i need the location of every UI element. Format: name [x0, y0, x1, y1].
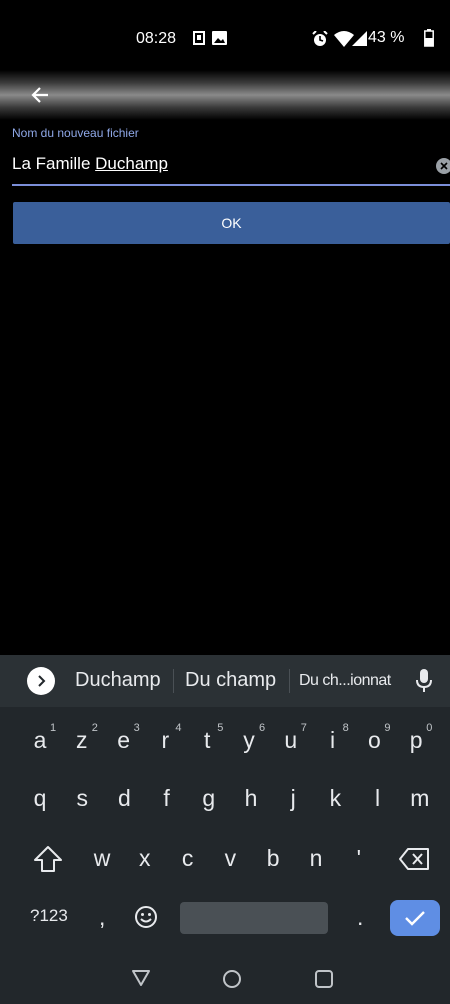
key[interactable]: u	[279, 727, 303, 754]
microphone-icon[interactable]	[412, 667, 436, 695]
suggestion-separator	[289, 669, 290, 693]
key-number-hint: 3	[133, 722, 140, 734]
key[interactable]: v	[218, 845, 242, 872]
key[interactable]: j	[281, 785, 305, 812]
key-number-hint: 7	[300, 722, 307, 734]
key[interactable]: o	[362, 727, 386, 754]
key[interactable]: f	[155, 785, 179, 812]
key[interactable]: l	[366, 785, 390, 812]
ok-button[interactable]: OK	[13, 202, 450, 244]
battery-level: 43 %	[368, 29, 405, 46]
suggestion-strip: Duchamp Du champ Du ch...ionnat	[0, 655, 450, 707]
clear-text-icon[interactable]	[436, 158, 450, 174]
file-name-label: Nom du nouveau fichier	[12, 126, 139, 140]
key[interactable]: i	[321, 727, 345, 754]
key[interactable]: c	[176, 845, 200, 872]
status-bar: 08:28 43 %	[0, 0, 450, 70]
cellular-signal-icon	[352, 31, 367, 46]
key[interactable]: x	[133, 845, 157, 872]
symbols-key[interactable]: ?123	[30, 906, 68, 926]
wifi-icon	[334, 31, 354, 47]
key[interactable]: g	[197, 785, 221, 812]
key[interactable]: y	[237, 727, 261, 754]
key[interactable]: t	[195, 727, 219, 754]
suggestion-1[interactable]: Duchamp	[75, 669, 161, 692]
key-number-hint: 0	[426, 722, 433, 734]
file-name-underline	[12, 184, 450, 186]
key[interactable]: e	[112, 727, 136, 754]
key[interactable]: s	[70, 785, 94, 812]
enter-key[interactable]	[390, 900, 440, 936]
key[interactable]: p	[404, 727, 428, 754]
space-bar[interactable]	[180, 902, 328, 934]
key[interactable]: n	[304, 845, 328, 872]
nav-back-icon[interactable]	[131, 969, 151, 987]
key[interactable]: b	[261, 845, 285, 872]
chevron-right-icon	[38, 675, 46, 687]
navigation-bar	[0, 955, 450, 1004]
nav-home-icon[interactable]	[222, 969, 242, 989]
key-number-hint: 8	[342, 722, 349, 734]
nav-recents-icon[interactable]	[314, 969, 334, 989]
period-key[interactable]: .	[357, 904, 363, 931]
app-bar	[0, 70, 450, 120]
file-name-input[interactable]: La Famille Duchamp	[12, 154, 432, 180]
file-name-composing-word: Duchamp	[95, 154, 168, 173]
key[interactable]: d	[112, 785, 136, 812]
sim-icon	[193, 31, 205, 45]
key-number-hint: 9	[384, 722, 391, 734]
key[interactable]: r	[153, 727, 177, 754]
key-number-hint: 5	[217, 722, 224, 734]
shift-key[interactable]	[33, 845, 63, 873]
key[interactable]: h	[239, 785, 263, 812]
key[interactable]: m	[408, 785, 432, 812]
file-name-text: La Famille	[12, 154, 96, 173]
key-number-hint: 4	[175, 722, 182, 734]
key[interactable]: z	[70, 727, 94, 754]
key-number-hint: 6	[259, 722, 266, 734]
expand-suggestions-button[interactable]	[27, 667, 55, 695]
status-time: 08:28	[136, 30, 177, 47]
backspace-key[interactable]	[398, 847, 430, 871]
arrow-back-icon	[31, 87, 48, 103]
key-number-hint: 1	[50, 722, 57, 734]
key[interactable]: q	[28, 785, 52, 812]
comma-key[interactable]: ,	[99, 904, 105, 931]
key[interactable]: k	[323, 785, 347, 812]
key-number-hint: 2	[91, 722, 98, 734]
suggestion-2[interactable]: Du champ	[185, 669, 276, 692]
gallery-icon	[212, 31, 227, 45]
battery-icon	[424, 29, 434, 47]
key[interactable]: w	[90, 845, 114, 872]
soft-keyboard: Duchamp Du champ Du ch...ionnat a1 z2 e3 r4…	[0, 655, 450, 1004]
emoji-key[interactable]	[134, 905, 158, 929]
key[interactable]: '	[347, 845, 371, 872]
back-button[interactable]	[22, 78, 58, 112]
suggestion-separator	[173, 669, 174, 693]
alarm-icon	[312, 31, 328, 46]
key[interactable]: a	[28, 727, 52, 754]
checkmark-icon	[405, 911, 425, 926]
suggestion-3[interactable]: Du ch...ionnat	[299, 672, 391, 690]
